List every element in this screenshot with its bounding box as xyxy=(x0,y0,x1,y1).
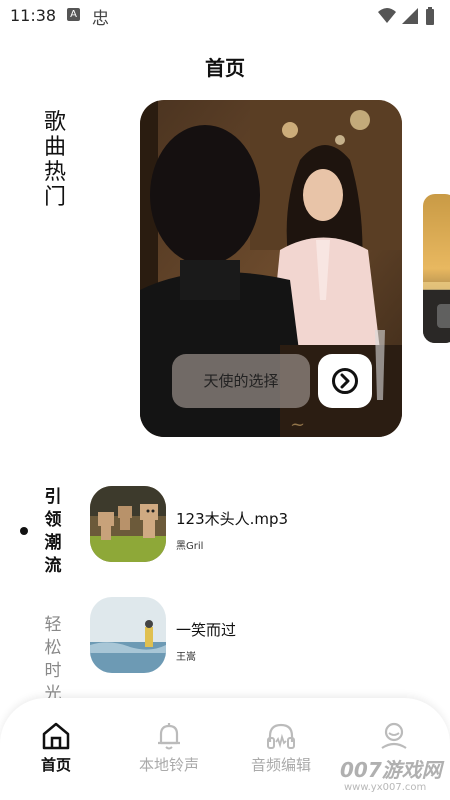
song-artist: 王嵩 xyxy=(176,652,196,663)
song-cover-image xyxy=(90,597,166,673)
song-item[interactable]: 123木头人.mp3 黑Gril xyxy=(90,486,420,562)
featured-card[interactable]: ~ 天使的选择 xyxy=(140,100,402,437)
nav-local-ringtones[interactable]: 本地铃声 xyxy=(124,720,214,775)
song-title: 一笑而过 xyxy=(176,621,237,639)
battery-icon xyxy=(426,7,434,25)
song-item[interactable]: 一笑而过 王嵩 xyxy=(90,597,420,673)
nav-home-label: 首页 xyxy=(40,756,71,774)
wifi-icon xyxy=(378,8,396,23)
song-artist: 黑Gril xyxy=(176,541,204,552)
featured-play-button[interactable] xyxy=(318,354,372,408)
active-category-indicator xyxy=(20,527,28,535)
featured-caption: 天使的选择 xyxy=(172,354,310,408)
home-icon xyxy=(42,722,70,750)
bell-icon xyxy=(158,723,180,750)
next-featured-cover-image xyxy=(423,194,450,343)
status-time: 11:38 xyxy=(10,6,57,25)
notification-app-icon: 忠 xyxy=(92,9,109,29)
watermark: 007游戏网 www.yx007.com xyxy=(338,752,450,800)
arrow-circle-right-icon xyxy=(332,368,358,394)
watermark-url: www.yx007.com xyxy=(344,782,427,793)
headphones-icon xyxy=(267,723,295,749)
notification-a-icon: A xyxy=(67,8,80,21)
nav-audio-editor[interactable]: 音频编辑 xyxy=(236,720,326,775)
next-featured-card[interactable] xyxy=(423,194,450,343)
nav-audio-editor-label: 音频编辑 xyxy=(250,756,311,774)
category-tab-trend[interactable]: 引领潮流 xyxy=(40,486,66,578)
watermark-text: 007游戏网 xyxy=(340,758,442,782)
status-icons xyxy=(378,7,434,25)
signal-icon xyxy=(402,8,418,24)
svg-text:~: ~ xyxy=(290,414,305,435)
category-tab-relax[interactable]: 轻松时光 xyxy=(40,614,66,706)
page-title: 首页 xyxy=(205,56,245,80)
nav-home[interactable]: 首页 xyxy=(11,720,101,775)
song-cover-image xyxy=(90,486,166,562)
hot-songs-label: 歌曲热门 xyxy=(43,110,66,210)
status-bar: 11:38 A 忠 xyxy=(0,0,450,32)
user-icon xyxy=(381,722,407,749)
song-title: 123木头人.mp3 xyxy=(176,510,289,528)
nav-local-ringtones-label: 本地铃声 xyxy=(138,756,199,774)
